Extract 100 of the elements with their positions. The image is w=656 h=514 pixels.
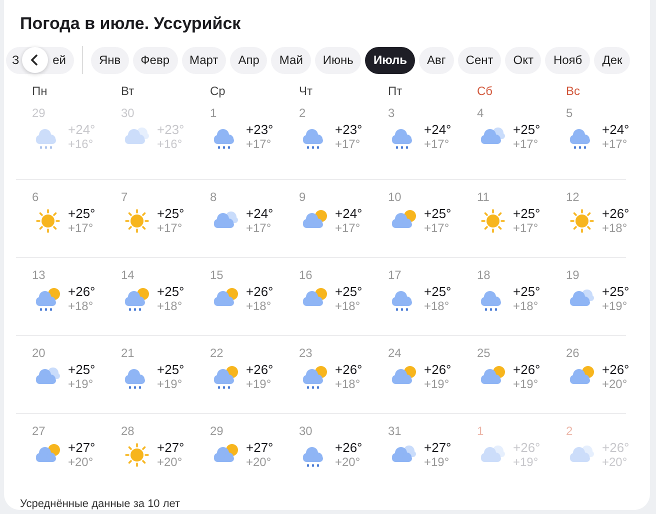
max-temperature: +25° — [513, 206, 540, 221]
max-temperature: +24° — [246, 206, 274, 221]
min-temperature: +19° — [68, 377, 94, 391]
max-temperature: +26° — [335, 440, 362, 455]
min-temperature: +20° — [68, 455, 94, 469]
max-temperature: +26° — [246, 284, 274, 299]
day-number: 25 — [477, 346, 492, 360]
month-tab[interactable]: Июнь — [314, 46, 362, 74]
min-temperature: +18° — [157, 299, 184, 313]
day-number: 30 — [299, 424, 314, 438]
min-temperature: +17° — [513, 137, 540, 151]
day-number: 14 — [121, 268, 136, 282]
min-temperature: +17° — [424, 137, 450, 151]
max-temperature: +24° — [424, 122, 452, 137]
month-tab[interactable]: Апр — [230, 46, 268, 74]
max-temperature: +25° — [68, 206, 96, 221]
min-temperature: +19° — [424, 377, 450, 391]
max-temperature: +27° — [68, 440, 96, 455]
min-temperature: +17° — [424, 221, 450, 235]
chevron-left-icon — [30, 54, 40, 66]
max-temperature: +27° — [246, 440, 274, 455]
day-number: 28 — [121, 424, 136, 438]
day-number: 9 — [299, 190, 307, 204]
day-number: 1 — [477, 424, 485, 438]
max-temperature: +26° — [246, 362, 274, 377]
month-tab[interactable]: Авг — [419, 46, 454, 74]
page-title: Погода в июле. Уссурийск — [19, 14, 242, 34]
month-tab[interactable]: Янв — [90, 46, 129, 74]
footnote: Усреднённые данные за 10 лет — [19, 498, 182, 510]
day-number: 16 — [299, 268, 314, 282]
day-number: 6 — [32, 190, 40, 204]
day-number: 15 — [210, 268, 224, 282]
weekday-label: Ср — [210, 84, 226, 98]
min-temperature: +18° — [335, 377, 362, 391]
max-temperature: +26° — [602, 362, 630, 377]
day-number: 4 — [477, 106, 485, 120]
min-temperature: +17° — [246, 137, 272, 151]
max-temperature: +25° — [68, 362, 96, 377]
min-temperature: +17° — [157, 221, 184, 235]
max-temperature: +25° — [513, 122, 540, 137]
max-temperature: +25° — [424, 284, 452, 299]
min-temperature: +20° — [157, 455, 184, 469]
day-number: 11 — [477, 190, 490, 204]
month-tab[interactable]: Март — [182, 46, 226, 74]
weekday-label: Вт — [121, 84, 136, 98]
min-temperature: +19° — [424, 455, 450, 469]
weekday-label: Чт — [299, 84, 314, 98]
min-temperature: +17° — [513, 221, 540, 235]
month-tab[interactable]: Сент — [458, 46, 502, 74]
max-temperature: +25° — [602, 284, 630, 299]
min-temperature: +18° — [513, 299, 540, 313]
max-temperature: +25° — [513, 284, 540, 299]
day-number: 23 — [299, 346, 314, 360]
day-number: 21 — [121, 346, 136, 360]
day-number: 2 — [299, 106, 307, 120]
min-temperature: +18° — [246, 299, 272, 313]
min-temperature: +18° — [602, 221, 628, 235]
month-tab[interactable]: Февр — [132, 46, 178, 74]
max-temperature: +24° — [602, 122, 630, 137]
day-number: 2 — [566, 424, 574, 438]
min-temperature: +17° — [335, 221, 362, 235]
weekday-label: Пн — [32, 84, 48, 98]
max-temperature: +24° — [335, 206, 362, 221]
day-number: 22 — [210, 346, 224, 360]
month-tab[interactable]: Июль — [365, 46, 416, 74]
day-number: 7 — [121, 190, 129, 204]
min-temperature: +20° — [602, 377, 628, 391]
day-number: 19 — [566, 268, 580, 282]
day-number: 29 — [210, 424, 224, 438]
day-number: 3 — [388, 106, 396, 120]
weekday-label: Вс — [566, 84, 582, 98]
day-number: 18 — [477, 268, 492, 282]
weekday-label: Пт — [388, 84, 404, 98]
min-temperature: +19° — [602, 299, 628, 313]
day-number: 31 — [388, 424, 402, 438]
min-temperature: +20° — [335, 455, 362, 469]
max-temperature: +25° — [157, 206, 184, 221]
min-temperature: +18° — [68, 299, 94, 313]
day-number: 27 — [32, 424, 46, 438]
max-temperature: +26° — [68, 284, 96, 299]
day-number: 20 — [32, 346, 46, 360]
max-temperature: +25° — [335, 284, 362, 299]
month-tab[interactable]: Дек — [594, 46, 630, 74]
day-number: 8 — [210, 190, 218, 204]
day-number: 5 — [566, 106, 574, 120]
max-temperature: +25° — [157, 284, 184, 299]
min-temperature: +19° — [157, 377, 184, 391]
max-temperature: +23° — [335, 122, 362, 137]
month-tab[interactable]: Окт — [505, 46, 542, 74]
min-temperature: +19° — [513, 377, 540, 391]
min-temperature: +17° — [602, 137, 628, 151]
max-temperature: +27° — [157, 440, 184, 455]
month-tab[interactable]: Май — [271, 46, 311, 74]
day-number: 24 — [388, 346, 402, 360]
min-temperature: +18° — [335, 299, 362, 313]
max-temperature: +27° — [424, 440, 452, 455]
month-tab[interactable]: Нояб — [545, 46, 590, 74]
min-temperature: +18° — [424, 299, 450, 313]
max-temperature: +25° — [424, 206, 452, 221]
day-number: 17 — [388, 268, 402, 282]
